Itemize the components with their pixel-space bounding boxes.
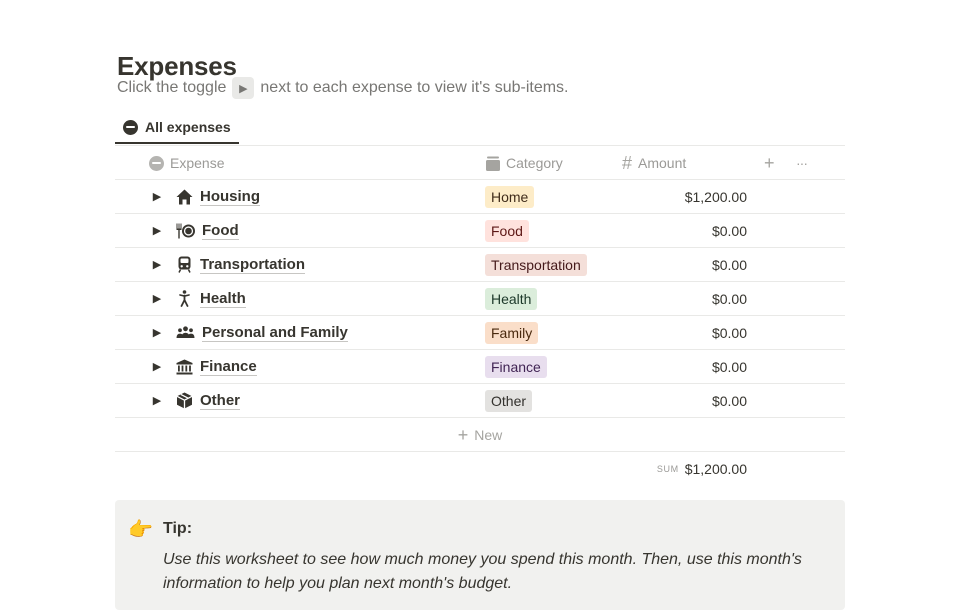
description-text-before: Click the toggle xyxy=(117,79,227,96)
expense-table-body: ▶ Housing Home $1,200.00 ▶ Food Food $0.… xyxy=(115,180,845,486)
number-property-icon: # xyxy=(622,153,633,173)
tip-callout: 👉 Tip: Use this worksheet to see how muc… xyxy=(115,500,845,610)
tip-body: Use this worksheet to see how much money… xyxy=(163,551,802,592)
column-label-expense: Expense xyxy=(170,155,225,171)
table-row: ▶ Transportation Transportation $0.00 xyxy=(115,248,845,282)
minus-circle-icon xyxy=(123,119,138,135)
expense-name: Health xyxy=(200,289,246,308)
expense-name: Transportation xyxy=(200,255,306,274)
plus-icon: + xyxy=(764,153,775,173)
toggle-button[interactable]: ▶ xyxy=(150,393,164,407)
expense-link-transportation[interactable]: Transportation xyxy=(176,248,306,281)
expense-name: Finance xyxy=(200,357,257,376)
tip-title: Tip: xyxy=(163,520,193,537)
expense-name: Housing xyxy=(200,187,260,206)
column-header-amount[interactable]: # Amount xyxy=(622,146,686,180)
expense-link-other[interactable]: Other xyxy=(176,384,241,417)
amount-value: $0.00 xyxy=(711,222,747,239)
train-icon xyxy=(178,256,191,273)
expense-name: Other xyxy=(200,391,241,410)
page-description: Click the toggle ▶ next to each expense … xyxy=(117,77,568,99)
amount-value: $1,200.00 xyxy=(684,188,747,205)
table-row: ▶ Health Health $0.00 xyxy=(115,282,845,316)
house-icon xyxy=(176,189,193,204)
bank-icon xyxy=(176,359,193,374)
table-row: ▶ Food Food $0.00 xyxy=(115,214,845,248)
category-tag: Transportation xyxy=(485,254,587,276)
column-label-amount: Amount xyxy=(638,155,687,171)
fork-plate-icon xyxy=(176,223,195,238)
add-property-button[interactable]: + xyxy=(764,146,775,180)
tab-all-expenses[interactable]: All expenses xyxy=(115,112,239,144)
expense-name: Food xyxy=(202,221,239,240)
amount-value: $0.00 xyxy=(711,324,747,341)
toggle-key-hint: ▶ xyxy=(232,77,255,99)
toggle-button[interactable]: ▶ xyxy=(150,359,164,373)
expense-link-food[interactable]: Food xyxy=(176,214,239,247)
amount-value: $0.00 xyxy=(711,290,747,307)
table-row: ▶ Housing Home $1,200.00 xyxy=(115,180,845,214)
people-icon xyxy=(176,325,195,338)
toggle-button[interactable]: ▶ xyxy=(150,325,164,339)
new-row-button[interactable]: + New xyxy=(115,418,845,452)
table-row: ▶ Personal and Family Family $0.00 xyxy=(115,316,845,350)
new-row-label: New xyxy=(474,426,503,443)
table-options-button[interactable]: ··· xyxy=(796,146,808,180)
plus-icon: + xyxy=(457,424,469,445)
pointing-hand-icon[interactable]: 👉 xyxy=(128,517,153,542)
table-row: ▶ Other Other $0.00 xyxy=(115,384,845,418)
category-tag: Other xyxy=(485,390,533,412)
amount-value: $0.00 xyxy=(711,358,747,375)
toggle-button[interactable]: ▶ xyxy=(150,291,164,305)
sum-row: SUM $1,200.00 xyxy=(115,452,845,486)
amount-value: $0.00 xyxy=(711,392,747,409)
person-icon xyxy=(179,290,190,307)
expense-link-personal-and-family[interactable]: Personal and Family xyxy=(176,316,348,349)
tab-label: All expenses xyxy=(145,119,231,135)
more-icon: ··· xyxy=(796,155,808,171)
expense-name: Personal and Family xyxy=(202,323,348,342)
column-header-category[interactable]: Category xyxy=(486,146,563,180)
expense-link-finance[interactable]: Finance xyxy=(176,350,257,383)
category-tag: Health xyxy=(485,288,538,310)
description-text-after: next to each expense to view it's sub-it… xyxy=(260,79,569,96)
column-header-expense[interactable]: Expense xyxy=(149,146,224,180)
category-tag: Home xyxy=(485,186,535,208)
select-property-icon xyxy=(486,156,500,171)
sum-label: SUM xyxy=(656,464,679,474)
category-tag: Finance xyxy=(485,356,547,378)
toggle-button[interactable]: ▶ xyxy=(150,257,164,271)
toggle-button[interactable]: ▶ xyxy=(150,223,164,237)
expense-link-health[interactable]: Health xyxy=(176,282,246,315)
column-label-category: Category xyxy=(506,155,563,171)
toggle-button[interactable]: ▶ xyxy=(150,189,164,203)
table-header: Expense Category # Amount + ··· xyxy=(115,146,845,180)
table-row: ▶ Finance Finance $0.00 xyxy=(115,350,845,384)
expense-link-housing[interactable]: Housing xyxy=(176,180,260,213)
title-property-icon xyxy=(149,155,164,171)
sum-value: $1,200.00 xyxy=(684,461,747,477)
amount-value: $0.00 xyxy=(711,256,747,273)
amount-sum[interactable]: SUM $1,200.00 xyxy=(657,452,747,486)
category-tag: Family xyxy=(485,322,539,344)
category-tag: Food xyxy=(485,220,529,242)
box-icon xyxy=(176,392,193,409)
